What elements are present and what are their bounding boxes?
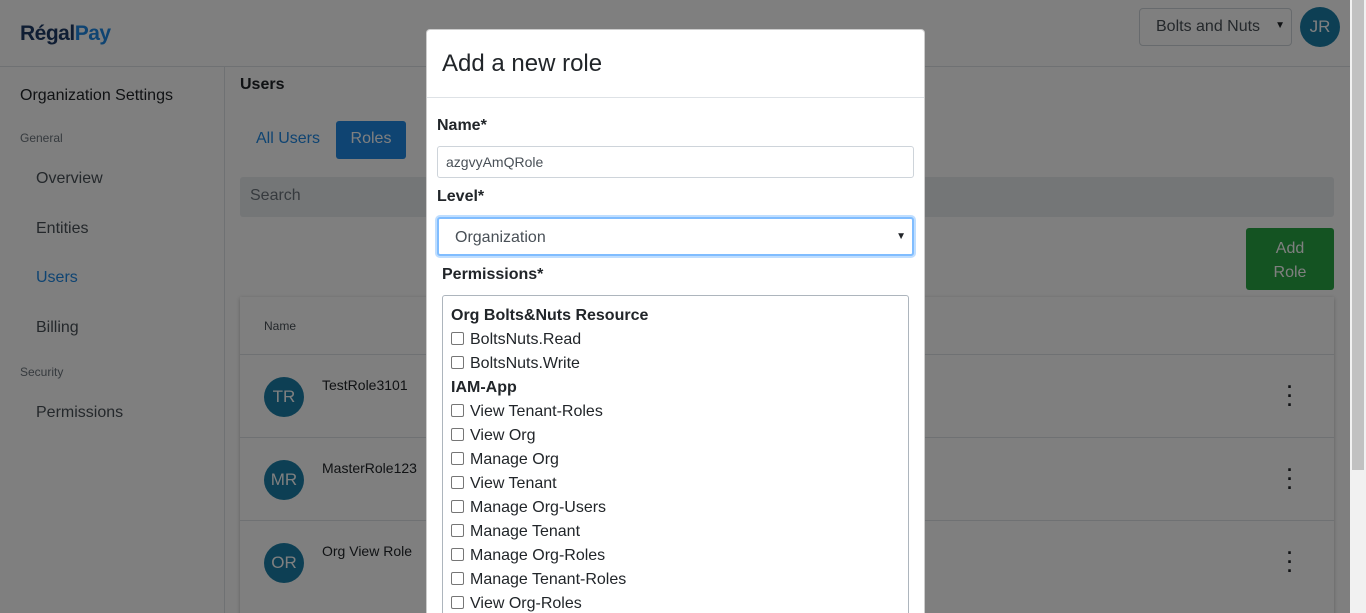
checkbox-icon[interactable] (451, 596, 464, 609)
permission-label: BoltsNuts.Write (470, 355, 580, 372)
checkbox-icon[interactable] (451, 572, 464, 585)
checkbox-icon[interactable] (451, 356, 464, 369)
permission-label: View Org-Roles (470, 595, 582, 612)
checkbox-icon[interactable] (451, 548, 464, 561)
permission-checkbox[interactable]: View Org-Roles (451, 595, 582, 613)
permission-label: Manage Org-Users (470, 499, 607, 516)
checkbox-icon[interactable] (451, 332, 464, 345)
add-role-modal: Add a new role Name* Level* Organization… (426, 29, 925, 613)
checkbox-icon[interactable] (451, 452, 464, 465)
permission-label: Manage Org (470, 451, 559, 468)
page-scrollbar[interactable] (1350, 0, 1366, 613)
permission-label: View Tenant (470, 475, 557, 492)
chevron-down-icon: ▼ (896, 231, 906, 242)
scrollbar-thumb[interactable] (1352, 0, 1364, 470)
checkbox-icon[interactable] (451, 476, 464, 489)
level-label: Level* (437, 188, 485, 205)
level-select[interactable]: Organization ▼ (437, 217, 914, 256)
permission-label: View Tenant-Roles (470, 403, 603, 420)
permissions-list[interactable]: Org Bolts&Nuts Resource BoltsNuts.Read B… (442, 295, 909, 613)
permission-label: BoltsNuts.Read (470, 331, 582, 348)
permissions-label: Permissions* (442, 266, 544, 283)
modal-header: Add a new role (427, 30, 924, 98)
permission-group-title: IAM-App (451, 379, 517, 396)
permission-checkbox[interactable]: Manage Tenant (451, 523, 580, 543)
checkbox-icon[interactable] (451, 524, 464, 537)
permission-label: Manage Tenant (470, 523, 581, 540)
permission-checkbox[interactable]: View Tenant-Roles (451, 403, 603, 423)
permission-label: Manage Tenant-Roles (470, 571, 627, 588)
permission-checkbox[interactable]: BoltsNuts.Write (451, 355, 580, 375)
checkbox-icon[interactable] (451, 404, 464, 417)
modal-title: Add a new role (442, 50, 603, 77)
permission-checkbox[interactable]: View Tenant (451, 475, 557, 495)
role-name-input[interactable] (437, 146, 914, 178)
level-select-value: Organization (455, 229, 546, 246)
name-label: Name* (437, 117, 487, 134)
permission-group-title: Org Bolts&Nuts Resource (451, 307, 649, 324)
permission-checkbox[interactable]: Manage Org-Roles (451, 547, 605, 567)
permission-label: Manage Org-Roles (470, 547, 606, 564)
permission-label: View Org (470, 427, 536, 444)
permission-checkbox[interactable]: BoltsNuts.Read (451, 331, 581, 351)
permission-checkbox[interactable]: Manage Tenant-Roles (451, 571, 626, 591)
permission-checkbox[interactable]: View Org (451, 427, 536, 447)
checkbox-icon[interactable] (451, 500, 464, 513)
checkbox-icon[interactable] (451, 428, 464, 441)
permission-checkbox[interactable]: Manage Org-Users (451, 499, 606, 519)
permission-checkbox[interactable]: Manage Org (451, 451, 559, 471)
